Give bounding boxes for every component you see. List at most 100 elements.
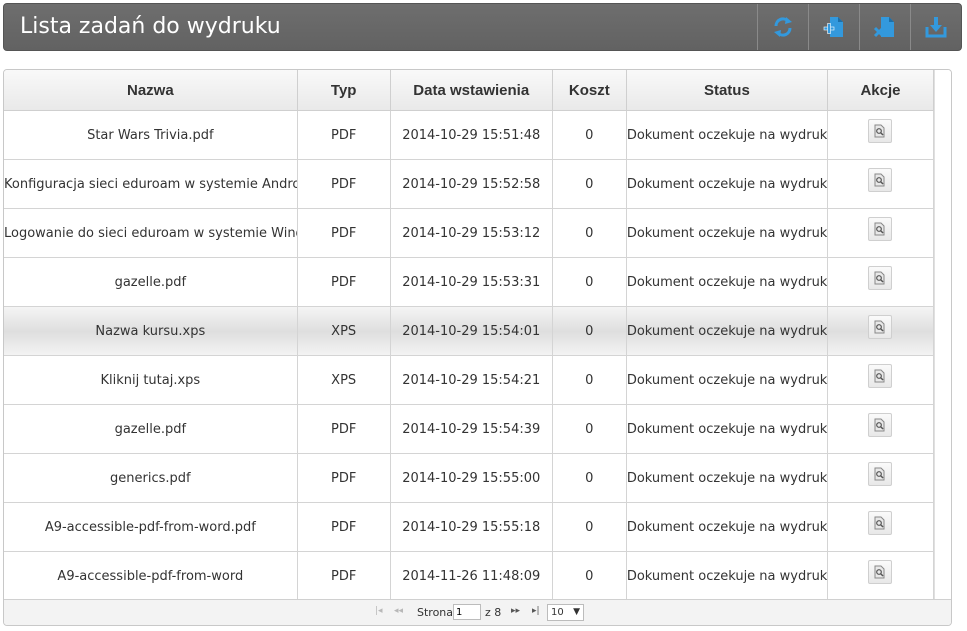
- table-row[interactable]: Logowanie do sieci eduroam w systemie Wi…: [4, 208, 935, 258]
- cell-actions: [827, 355, 935, 405]
- preview-button[interactable]: [868, 511, 893, 535]
- column-header-name[interactable]: Nazwa: [4, 70, 298, 111]
- cell-date: 2014-10-29 15:53:12: [390, 208, 553, 258]
- preview-button[interactable]: [868, 560, 893, 584]
- cell-name: generics.pdf: [4, 453, 298, 503]
- cell-actions: [827, 110, 935, 160]
- cell-name: A9-accessible-pdf-from-word: [4, 551, 298, 601]
- cell-cost: 0: [552, 551, 627, 601]
- grid-scroll-gutter: [934, 70, 951, 600]
- table-row[interactable]: Konfiguracja sieci eduroam w systemie An…: [4, 159, 935, 209]
- delete-document-button[interactable]: [859, 4, 910, 50]
- preview-icon: [874, 418, 885, 432]
- preview-button[interactable]: [868, 266, 893, 290]
- cell-status: Dokument oczekuje na wydruk: [626, 355, 828, 405]
- print-queue-table: Nazwa Typ Data wstawienia Koszt Status A…: [4, 70, 935, 601]
- preview-icon: [874, 124, 885, 138]
- preview-button[interactable]: [868, 315, 893, 339]
- preview-button[interactable]: [868, 364, 893, 388]
- cell-actions: [827, 453, 935, 503]
- cell-type: PDF: [297, 404, 391, 454]
- cell-status: Dokument oczekuje na wydruk: [626, 551, 828, 601]
- preview-button[interactable]: [868, 168, 893, 192]
- column-header-type[interactable]: Typ: [297, 70, 391, 111]
- print-queue-grid: Nazwa Typ Data wstawienia Koszt Status A…: [3, 69, 952, 626]
- cell-date: 2014-10-29 15:53:31: [390, 257, 553, 307]
- column-header-date[interactable]: Data wstawienia: [390, 70, 553, 111]
- cell-actions: [827, 551, 935, 601]
- cell-date: 2014-10-29 15:54:39: [390, 404, 553, 454]
- prev-page-button[interactable]: ◂◂: [394, 606, 403, 616]
- download-button[interactable]: [910, 4, 961, 50]
- preview-icon: [874, 271, 885, 285]
- cell-name: Kliknij tutaj.xps: [4, 355, 298, 405]
- add-document-button[interactable]: [808, 4, 859, 50]
- toolbar: [757, 4, 961, 50]
- first-page-button[interactable]: |◂: [375, 606, 383, 616]
- preview-button[interactable]: [868, 119, 893, 143]
- cell-date: 2014-10-29 15:55:00: [390, 453, 553, 503]
- preview-icon: [874, 173, 885, 187]
- cell-type: PDF: [297, 159, 391, 209]
- table-row[interactable]: Kliknij tutaj.xps XPS 2014-10-29 15:54:21 0…: [4, 355, 935, 405]
- next-page-button[interactable]: ▸▸: [511, 606, 520, 616]
- preview-icon: [874, 467, 885, 481]
- cell-cost: 0: [552, 502, 627, 552]
- cell-cost: 0: [552, 355, 627, 405]
- column-header-actions: Akcje: [827, 70, 935, 111]
- cell-status: Dokument oczekuje na wydruk: [626, 306, 828, 356]
- page-label: Strona: [417, 606, 454, 619]
- preview-icon: [874, 222, 885, 236]
- cell-name: gazelle.pdf: [4, 404, 298, 454]
- cell-cost: 0: [552, 159, 627, 209]
- table-row[interactable]: Nazwa kursu.xps XPS 2014-10-29 15:54:01 0 Do…: [4, 306, 935, 356]
- cell-type: PDF: [297, 502, 391, 552]
- refresh-button[interactable]: [757, 4, 808, 50]
- table-row[interactable]: gazelle.pdf PDF 2014-10-29 15:54:39 0 Dokume…: [4, 404, 935, 454]
- cell-date: 2014-11-26 11:48:09: [390, 551, 553, 601]
- cell-cost: 0: [552, 404, 627, 454]
- cell-type: PDF: [297, 453, 391, 503]
- preview-button[interactable]: [868, 413, 893, 437]
- add-document-icon: [823, 17, 843, 37]
- column-header-status[interactable]: Status: [626, 70, 828, 111]
- chevron-down-icon: ▼: [573, 607, 580, 617]
- preview-button[interactable]: [868, 462, 893, 486]
- table-row[interactable]: Star Wars Trivia.pdf PDF 2014-10-29 15:51:…: [4, 110, 935, 160]
- last-page-button[interactable]: ▸|: [532, 606, 540, 616]
- page-size-value: 10: [551, 607, 564, 618]
- cell-type: PDF: [297, 257, 391, 307]
- page-size-select[interactable]: 10 ▼: [547, 604, 584, 621]
- cell-date: 2014-10-29 15:51:48: [390, 110, 553, 160]
- cell-actions: [827, 257, 935, 307]
- cell-cost: 0: [552, 306, 627, 356]
- preview-icon: [874, 369, 885, 383]
- cell-name: Nazwa kursu.xps: [4, 306, 298, 356]
- table-row[interactable]: A9-accessible-pdf-from-word PDF 2014-11-26…: [4, 551, 935, 601]
- cell-name: Konfiguracja sieci eduroam w systemie An…: [4, 159, 298, 209]
- cell-actions: [827, 502, 935, 552]
- cell-actions: [827, 404, 935, 454]
- page-number-input[interactable]: [453, 604, 481, 620]
- cell-date: 2014-10-29 15:54:01: [390, 306, 553, 356]
- cell-cost: 0: [552, 110, 627, 160]
- column-header-cost[interactable]: Koszt: [552, 70, 627, 111]
- table-row[interactable]: A9-accessible-pdf-from-word.pdf PDF 2014-1…: [4, 502, 935, 552]
- preview-button[interactable]: [868, 217, 893, 241]
- cell-status: Dokument oczekuje na wydruk: [626, 110, 828, 160]
- cell-status: Dokument oczekuje na wydruk: [626, 159, 828, 209]
- table-row[interactable]: generics.pdf PDF 2014-10-29 15:55:00 0 Dokum…: [4, 453, 935, 503]
- preview-icon: [874, 516, 885, 530]
- table-row[interactable]: gazelle.pdf PDF 2014-10-29 15:53:31 0 Dokume…: [4, 257, 935, 307]
- cell-status: Dokument oczekuje na wydruk: [626, 208, 828, 258]
- cell-actions: [827, 159, 935, 209]
- cell-name: gazelle.pdf: [4, 257, 298, 307]
- cell-type: PDF: [297, 110, 391, 160]
- page-count-label: z 8: [485, 606, 502, 619]
- cell-status: Dokument oczekuje na wydruk: [626, 257, 828, 307]
- preview-icon: [874, 565, 885, 579]
- download-icon: [925, 17, 947, 38]
- cell-date: 2014-10-29 15:52:58: [390, 159, 553, 209]
- cell-cost: 0: [552, 257, 627, 307]
- cell-actions: [827, 306, 935, 356]
